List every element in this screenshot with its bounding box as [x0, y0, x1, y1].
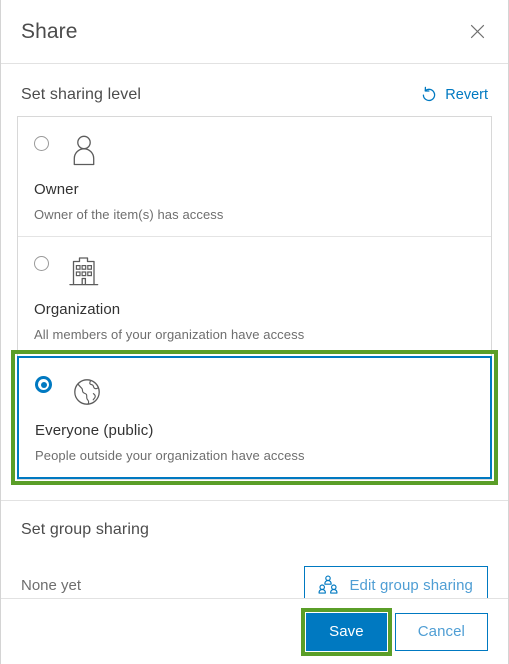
share-dialog: Share Set sharing level Revert Owner Own… — [0, 0, 509, 664]
edit-group-sharing-button[interactable]: Edit group sharing — [304, 566, 488, 598]
save-button[interactable]: Save — [301, 607, 392, 656]
sharing-level-header: Set sharing level Revert — [1, 64, 508, 116]
option-organization-label: Organization — [34, 301, 121, 318]
group-people-icon — [317, 575, 339, 595]
globe-icon — [70, 374, 104, 410]
building-icon — [67, 253, 101, 289]
sharing-option-everyone[interactable]: Everyone (public) People outside your or… — [11, 350, 498, 485]
revert-label: Revert — [445, 87, 488, 103]
option-organization-header — [34, 253, 475, 293]
radio-organization[interactable] — [34, 256, 49, 271]
option-owner-description: Owner of the item(s) has access — [34, 207, 224, 222]
revert-circular-arrow-icon — [420, 86, 438, 104]
cancel-button[interactable]: Cancel — [394, 612, 488, 651]
page-title: Share — [21, 19, 78, 43]
radio-everyone[interactable] — [35, 376, 52, 393]
radio-owner[interactable] — [34, 136, 49, 151]
group-sharing-section: Set group sharing None yet Edit group sh… — [1, 500, 508, 598]
option-owner-header — [34, 133, 475, 173]
option-organization-description: All members of your organization have ac… — [34, 327, 305, 342]
option-everyone-label: Everyone (public) — [35, 422, 154, 439]
close-icon[interactable] — [462, 17, 492, 47]
revert-button[interactable]: Revert — [420, 86, 488, 104]
dialog-body: Set sharing level Revert Owner Owner of … — [1, 64, 508, 598]
dialog-header: Share — [1, 0, 508, 64]
option-everyone-header — [35, 374, 474, 414]
person-icon — [67, 133, 101, 169]
option-owner-label: Owner — [34, 181, 79, 198]
edit-group-sharing-label: Edit group sharing — [349, 576, 473, 594]
sharing-level-heading: Set sharing level — [21, 86, 141, 103]
dialog-footer: Save Cancel — [1, 598, 508, 664]
group-sharing-heading: Set group sharing — [21, 521, 150, 538]
sharing-option-organization[interactable]: Organization All members of your organiz… — [18, 236, 491, 356]
option-everyone-description: People outside your organization have ac… — [35, 448, 305, 463]
sharing-option-owner[interactable]: Owner Owner of the item(s) has access — [18, 117, 491, 236]
group-sharing-status: None yet — [21, 576, 82, 594]
sharing-level-options: Owner Owner of the item(s) has access Or… — [11, 116, 498, 485]
group-sharing-row: None yet Edit group sharing — [21, 566, 488, 598]
